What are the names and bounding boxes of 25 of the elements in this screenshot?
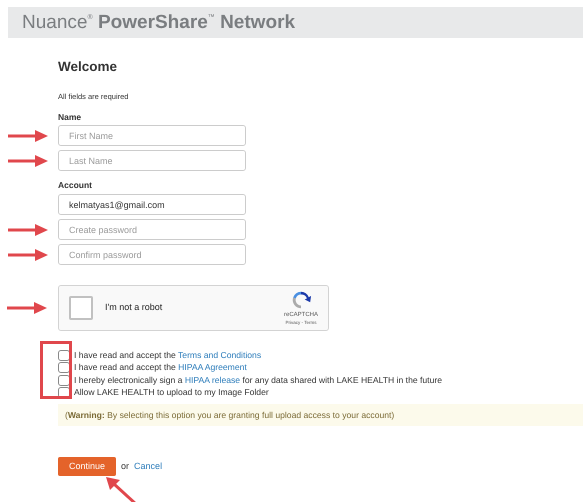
continue-button[interactable]: Continue	[58, 457, 116, 476]
input-field[interactable]: First Name	[58, 125, 246, 146]
captcha-label: I'm not a robot	[105, 301, 162, 314]
link[interactable]: Terms and Conditions	[178, 350, 262, 360]
section-label: Account	[58, 179, 93, 192]
input-field[interactable]: kelmatyas1@gmail.com	[58, 194, 246, 215]
page-heading: Welcome	[58, 58, 118, 76]
captcha-checkbox[interactable]	[69, 296, 93, 320]
logo-title: Nuance$^{®}$ PowerShare$^{™}$ Network	[22, 13, 296, 32]
input-field[interactable]: Last Name	[58, 150, 246, 172]
consent-text: Allow LAKE HEALTH to upload to my Image Folder	[74, 386, 269, 400]
or-text: or	[121, 460, 130, 473]
consent-text: I have read and accept the HIPAA Agreement	[74, 361, 247, 374]
consent-text: I have read and accept the Terms and Conditions	[74, 348, 262, 362]
input-field[interactable]: Confirm password	[58, 244, 246, 265]
warning-text: (Warning: By selecting this option you are granting full upload access to your account)	[65, 408, 394, 422]
section-label: Name	[58, 110, 82, 124]
consent-text: I hereby electronically sign a HIPAA release for any data shared with LAKE HEALTH in the future	[74, 374, 442, 387]
link[interactable]: HIPAA Agreement	[178, 362, 247, 372]
cancel-link[interactable]: Cancel	[134, 460, 162, 474]
link[interactable]: HIPAA release	[184, 374, 240, 385]
checkbox[interactable]	[58, 362, 70, 374]
checkbox[interactable]	[58, 350, 70, 361]
input-field[interactable]: Create password	[58, 219, 246, 240]
checkbox[interactable]	[58, 374, 70, 386]
